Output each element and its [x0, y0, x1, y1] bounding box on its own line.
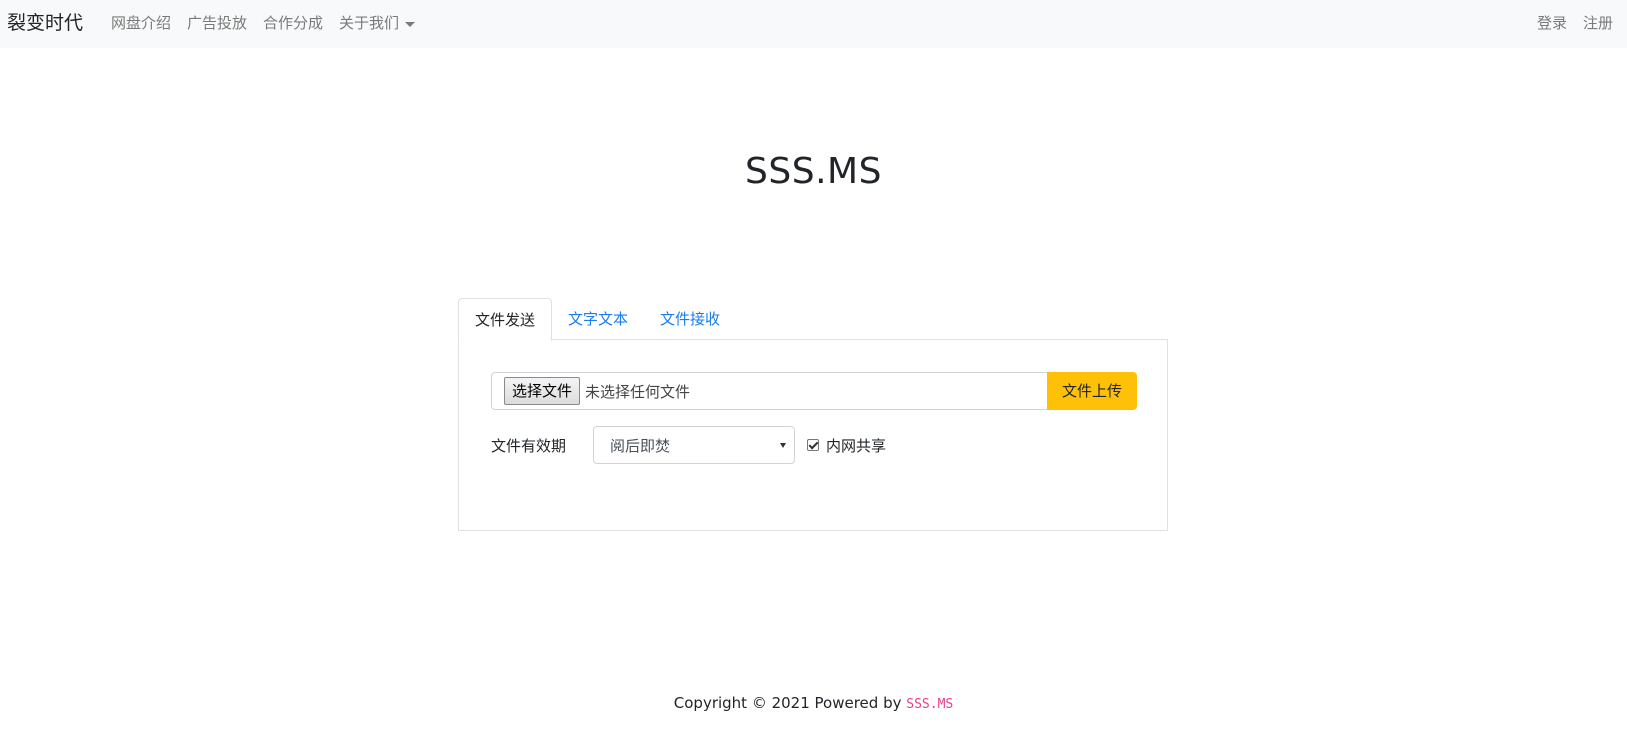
nav-link-intro[interactable]: 网盘介绍 [111, 12, 171, 34]
brand-logo[interactable]: 裂变时代 [7, 10, 83, 36]
tab-bar: 文件发送 文字文本 文件接收 [458, 298, 736, 341]
intranet-share-label: 内网共享 [826, 436, 887, 455]
expire-label: 文件有效期 [491, 436, 567, 455]
nav-dropdown-about[interactable]: 关于我们 [339, 12, 416, 34]
intranet-share-option[interactable]: 内网共享 [807, 435, 886, 456]
expire-selected-value: 阅后即焚 [610, 436, 671, 455]
nav-auth: 登录 注册 [1521, 12, 1613, 34]
tab-file-receive[interactable]: 文件接收 [644, 298, 736, 340]
login-link[interactable]: 登录 [1537, 12, 1567, 34]
register-link[interactable]: 注册 [1583, 12, 1613, 34]
nav-links: 网盘介绍 广告投放 合作分成 关于我们 [111, 12, 431, 34]
expire-row: 文件有效期 阅后即焚 内网共享 [491, 426, 886, 464]
tab-file-send[interactable]: 文件发送 [458, 298, 553, 341]
no-file-text: 未选择任何文件 [585, 382, 691, 401]
nav-link-partnership[interactable]: 合作分成 [263, 12, 323, 34]
expire-select[interactable]: 阅后即焚 [593, 426, 795, 464]
footer: Copyright © 2021 Powered by SSS.MS [0, 692, 1627, 716]
file-input[interactable]: 选择文件 未选择任何文件 [491, 372, 1047, 410]
top-navbar: 裂变时代 网盘介绍 广告投放 合作分成 关于我们 登录 注册 [0, 0, 1627, 48]
tab-panel: 选择文件 未选择任何文件 文件上传 文件有效期 阅后即焚 内网共享 [458, 339, 1168, 531]
nav-link-ads[interactable]: 广告投放 [187, 12, 247, 34]
footer-brand[interactable]: SSS.MS [906, 697, 953, 712]
footer-copyright: Copyright © 2021 Powered by [673, 694, 902, 712]
select-arrow-icon [780, 442, 786, 448]
nav-dropdown-about-label: 关于我们 [339, 14, 400, 32]
file-upload-group: 选择文件 未选择任何文件 文件上传 [491, 372, 1137, 410]
choose-file-button[interactable]: 选择文件 [504, 377, 581, 405]
tab-text[interactable]: 文字文本 [552, 298, 644, 340]
intranet-share-checkbox[interactable] [807, 439, 819, 451]
upload-button[interactable]: 文件上传 [1047, 372, 1137, 410]
caret-down-icon [405, 21, 416, 27]
page-title: SSS.MS [745, 151, 882, 192]
